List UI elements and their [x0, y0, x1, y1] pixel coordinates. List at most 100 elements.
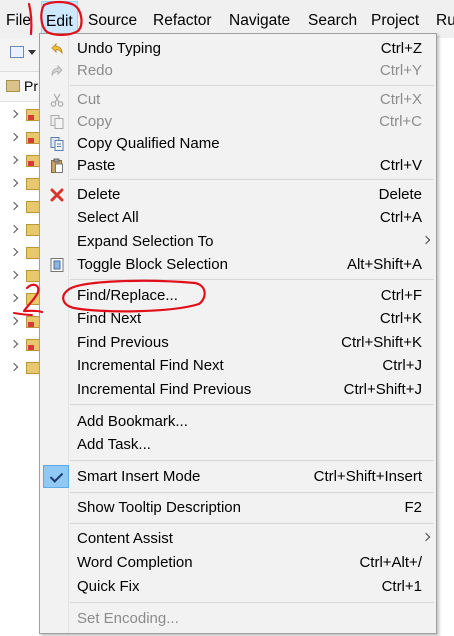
menu-item-label: Add Task...	[77, 436, 151, 453]
project-error-icon	[26, 316, 40, 328]
menu-separator	[70, 602, 434, 603]
menu-item-copy-qualified-name[interactable]: Copy Qualified Name	[41, 132, 435, 155]
menu-item-label: Find Previous	[77, 334, 169, 351]
menu-item-shortcut: Ctrl+Alt+/	[359, 554, 422, 571]
menu-item-copy[interactable]: Copy Ctrl+C	[41, 110, 435, 133]
tree-item[interactable]	[0, 174, 40, 196]
tree-item[interactable]	[0, 266, 40, 288]
menu-item-label: Delete	[77, 186, 121, 203]
menu-item-label: Incremental Find Next	[77, 357, 224, 374]
menu-file[interactable]: File	[6, 0, 31, 38]
menu-separator	[70, 460, 434, 461]
menu-item-label: Copy	[77, 113, 113, 130]
tree-item[interactable]	[0, 151, 40, 173]
menu-item-shortcut: Ctrl+K	[379, 310, 422, 327]
checkmark-icon	[43, 465, 69, 488]
menu-item-label: Quick Fix	[77, 578, 140, 595]
menu-item-shortcut: Ctrl+Shift+J	[343, 381, 422, 398]
tree-item[interactable]	[0, 128, 40, 150]
menu-separator	[70, 492, 434, 493]
package-explorer-icon	[6, 80, 20, 92]
menu-item-shortcut: Ctrl+1	[381, 578, 422, 595]
project-icon	[26, 201, 40, 213]
tree-item[interactable]	[0, 312, 40, 334]
chevron-right-icon[interactable]	[9, 132, 19, 142]
menu-item-shortcut: Ctrl+F	[380, 287, 422, 304]
menu-item-label: Redo	[77, 62, 113, 79]
project-error-icon	[26, 155, 40, 167]
project-icon	[26, 270, 40, 282]
menu-edit[interactable]: Edit	[41, 1, 78, 37]
menu-item-find-next[interactable]: Find Next Ctrl+K	[41, 307, 435, 330]
menu-item-label: Find/Replace...	[77, 287, 178, 304]
menu-item-label: Copy Qualified Name	[77, 135, 220, 152]
chevron-right-icon[interactable]	[9, 362, 19, 372]
tree-item[interactable]	[0, 358, 40, 380]
menu-item-label: Cut	[77, 91, 101, 108]
tree-item[interactable]	[0, 197, 40, 219]
block-selection-icon	[50, 258, 64, 272]
menu-item-word-completion[interactable]: Word Completion Ctrl+Alt+/	[41, 551, 435, 574]
menu-item-shortcut: Ctrl+X	[379, 91, 422, 108]
menu-item-incremental-find-next[interactable]: Incremental Find Next Ctrl+J	[41, 354, 435, 377]
menu-item-shortcut: Ctrl+C	[379, 113, 422, 130]
menu-item-content-assist[interactable]: Content Assist	[41, 527, 435, 550]
chevron-right-icon[interactable]	[9, 201, 19, 211]
chevron-right-icon[interactable]	[9, 339, 19, 349]
menu-item-incremental-find-previous[interactable]: Incremental Find Previous Ctrl+Shift+J	[41, 378, 435, 401]
menu-item-select-all[interactable]: Select All Ctrl+A	[41, 206, 435, 229]
menu-item-find-replace[interactable]: Find/Replace... Ctrl+F	[41, 284, 435, 307]
chevron-right-icon	[421, 235, 431, 245]
package-explorer-tab[interactable]: Pr	[0, 72, 40, 102]
menu-item-shortcut: Ctrl+A	[379, 209, 422, 226]
copy-qualified-name-icon	[50, 137, 64, 151]
menu-item-show-tooltip-description[interactable]: Show Tooltip Description F2	[41, 496, 435, 519]
tree-item[interactable]	[0, 220, 40, 242]
menu-item-expand-selection-to[interactable]: Expand Selection To	[41, 230, 435, 253]
menu-item-redo[interactable]: Redo Ctrl+Y	[41, 59, 435, 82]
menu-separator	[70, 279, 434, 280]
project-error-icon	[26, 132, 40, 144]
project-error-icon	[26, 339, 40, 351]
chevron-right-icon[interactable]	[9, 316, 19, 326]
chevron-right-icon[interactable]	[9, 109, 19, 119]
menu-item-shortcut: F2	[404, 499, 422, 516]
menu-item-quick-fix[interactable]: Quick Fix Ctrl+1	[41, 575, 435, 598]
menu-item-add-bookmark[interactable]: Add Bookmark...	[41, 410, 435, 433]
project-icon	[26, 362, 40, 374]
menu-item-paste[interactable]: Paste Ctrl+V	[41, 154, 435, 177]
menu-item-shortcut: Ctrl+Y	[379, 62, 422, 79]
chevron-right-icon[interactable]	[9, 270, 19, 280]
new-icon[interactable]	[10, 46, 24, 58]
tree-item[interactable]	[0, 335, 40, 357]
menu-item-label: Expand Selection To	[77, 233, 214, 250]
menu-item-find-previous[interactable]: Find Previous Ctrl+Shift+K	[41, 331, 435, 354]
menu-item-shortcut: Alt+Shift+A	[346, 256, 422, 273]
tree-item[interactable]	[0, 289, 40, 311]
menu-item-undo-typing[interactable]: Undo Typing Ctrl+Z	[41, 37, 435, 60]
tree-item[interactable]	[0, 243, 40, 265]
menu-item-shortcut: Ctrl+Shift+K	[341, 334, 422, 351]
chevron-right-icon[interactable]	[9, 247, 19, 257]
copy-icon	[50, 115, 64, 129]
chevron-right-icon[interactable]	[9, 178, 19, 188]
chevron-right-icon[interactable]	[9, 224, 19, 234]
redo-icon	[51, 65, 63, 77]
project-icon	[26, 224, 40, 236]
menu-item-smart-insert-mode[interactable]: Smart Insert Mode Ctrl+Shift+Insert	[41, 465, 435, 488]
menu-item-label: Select All	[77, 209, 139, 226]
menu-item-cut[interactable]: Cut Ctrl+X	[41, 88, 435, 111]
menu-run[interactable]: Ru	[436, 0, 454, 38]
tree-item[interactable]	[0, 105, 40, 127]
chevron-down-icon[interactable]	[28, 50, 36, 55]
menu-item-set-encoding[interactable]: Set Encoding...	[41, 607, 435, 630]
menu-item-add-task[interactable]: Add Task...	[41, 433, 435, 456]
menu-item-delete[interactable]: Delete Delete	[41, 183, 435, 206]
menu-item-toggle-block-selection[interactable]: Toggle Block Selection Alt+Shift+A	[41, 253, 435, 276]
chevron-right-icon[interactable]	[9, 293, 19, 303]
menu-item-label: Add Bookmark...	[77, 413, 188, 430]
menu-item-label: Smart Insert Mode	[77, 468, 201, 485]
chevron-right-icon	[421, 532, 431, 542]
project-icon	[26, 247, 40, 259]
chevron-right-icon[interactable]	[9, 155, 19, 165]
